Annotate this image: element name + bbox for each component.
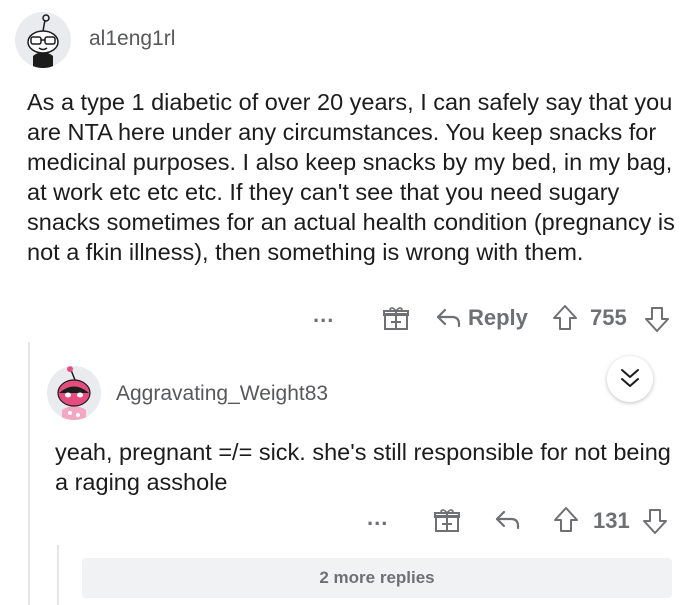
reply-button[interactable] [495, 509, 521, 531]
comment-username[interactable]: Aggravating_Weight83 [116, 382, 328, 406]
reply-button[interactable]: Reply [436, 305, 528, 331]
comment-username[interactable]: al1eng1rl [89, 27, 175, 51]
more-options-button[interactable]: ... [367, 505, 388, 531]
vote-count: 755 [590, 305, 627, 330]
snoo-avatar-icon [15, 12, 71, 68]
gift-icon[interactable] [383, 305, 409, 331]
upvote-icon[interactable] [552, 304, 578, 332]
upvote-icon[interactable] [553, 506, 579, 534]
reply-arrow-icon [436, 307, 462, 329]
chevron-down-icon [621, 369, 639, 387]
thread-line[interactable] [28, 342, 30, 605]
reply-label: Reply [468, 305, 528, 330]
more-options-button[interactable]: ... [313, 302, 334, 328]
collapse-button[interactable] [607, 356, 653, 402]
thread-line[interactable] [57, 545, 59, 605]
more-options-label: ... [367, 505, 389, 530]
reply-arrow-icon [495, 510, 520, 530]
avatar[interactable] [47, 366, 101, 420]
more-options-label: ... [313, 302, 335, 327]
more-replies-label: 2 more replies [319, 568, 435, 587]
downvote-icon[interactable] [644, 305, 670, 333]
avatar[interactable] [15, 12, 71, 68]
more-replies-button[interactable]: 2 more replies [82, 558, 672, 598]
gift-icon[interactable] [434, 507, 460, 533]
comment-body: As a type 1 diabetic of over 20 years, I… [27, 89, 675, 265]
downvote-icon[interactable] [642, 507, 668, 535]
snoo-avatar-icon [47, 366, 101, 420]
comment-body: yeah, pregnant =/= sick. she's still res… [55, 439, 671, 495]
vote-count: 131 [593, 508, 630, 533]
